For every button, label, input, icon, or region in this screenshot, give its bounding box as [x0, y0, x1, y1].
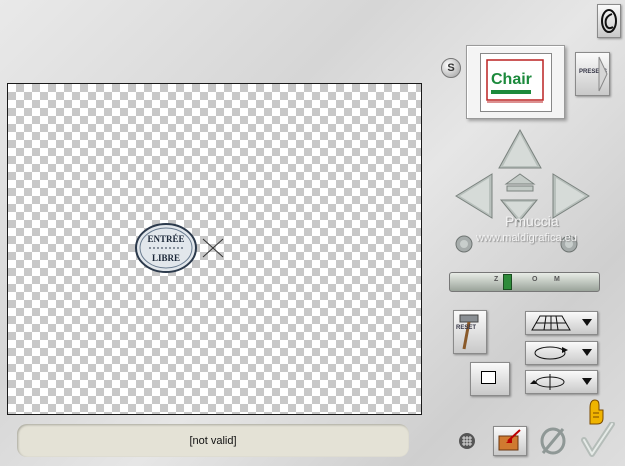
- rotate-icon: [534, 346, 568, 360]
- presets-button[interactable]: PRESETS: [575, 52, 610, 96]
- zoom-letter-m: M: [554, 276, 560, 283]
- preset-preview[interactable]: Chair: [466, 45, 565, 119]
- arrow-left-icon[interactable]: [454, 172, 494, 220]
- perspective-dropdown[interactable]: [525, 311, 598, 335]
- entree-libre-stamp[interactable]: ENTRÉE LIBRE: [134, 220, 234, 280]
- reset-label: RESET: [456, 325, 477, 331]
- s-label: S: [447, 62, 455, 74]
- preview-image: Chair: [486, 59, 544, 103]
- preview-thumbnail: Chair: [480, 53, 552, 112]
- zoom-letter-o: O: [532, 276, 538, 283]
- zoom-letter-z: Z: [494, 276, 499, 283]
- export-button[interactable]: [493, 426, 527, 456]
- image-canvas[interactable]: ENTRÉE LIBRE: [7, 83, 422, 415]
- watermark-name: Pmuccia: [505, 213, 559, 229]
- status-text: [not valid]: [189, 434, 237, 447]
- stamp-bottom-text: LIBRE: [152, 253, 180, 263]
- chevron-down-icon: [582, 349, 592, 356]
- perspective-icon: [531, 315, 571, 331]
- reset-button[interactable]: RESET: [453, 310, 487, 354]
- center-up-icon[interactable]: [503, 172, 537, 192]
- export-icon: [498, 429, 521, 451]
- ok-icon[interactable]: [580, 422, 616, 458]
- hammer-icon: [459, 314, 479, 350]
- stamp-top-text: ENTRÉE: [147, 234, 184, 244]
- logo-icon: [601, 9, 617, 33]
- preview-logo-text: Chair: [491, 71, 532, 88]
- color-swatch: [481, 371, 496, 384]
- logo-button[interactable]: [597, 4, 621, 38]
- cancel-icon[interactable]: [538, 426, 568, 456]
- s-button[interactable]: S: [441, 58, 461, 78]
- grid-icon[interactable]: [458, 432, 476, 450]
- zoom-slider[interactable]: Z O M: [449, 272, 600, 292]
- flip-dropdown[interactable]: [525, 370, 598, 394]
- chevron-down-icon: [582, 378, 592, 385]
- presets-arrow-icon: [598, 56, 608, 92]
- status-bar: [not valid]: [17, 424, 409, 457]
- arrow-up-icon[interactable]: [497, 128, 543, 170]
- zoom-thumb[interactable]: [503, 274, 512, 290]
- rotate-left-icon[interactable]: [454, 234, 474, 254]
- rotate-dropdown[interactable]: [525, 341, 598, 365]
- chevron-down-icon: [582, 319, 592, 326]
- color-swatch-button[interactable]: [470, 362, 510, 396]
- flip-icon: [530, 374, 565, 390]
- watermark-url: www.maldigrafica.eu: [476, 232, 577, 244]
